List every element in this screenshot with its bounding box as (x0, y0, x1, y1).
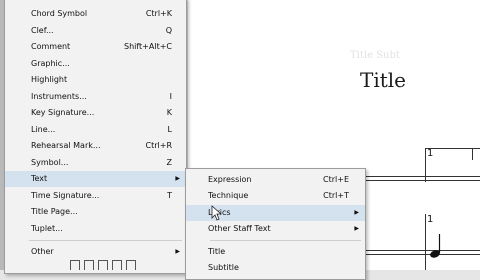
measure-number: 1 (427, 148, 434, 159)
bottom-toolbar (70, 259, 180, 270)
barline (425, 214, 426, 270)
text-submenu: ExpressionCtrl+ETechniqueCtrl+TLyrics▶Ot… (185, 168, 366, 280)
menu-item-highlight[interactable]: Highlight (5, 72, 186, 88)
menu-item-label: Line... (31, 125, 56, 134)
note-icon[interactable] (70, 260, 80, 270)
menu-item-tuplet[interactable]: Tuplet... (5, 221, 186, 237)
menu-item-label: Clef... (31, 26, 54, 35)
menu-item-shortcut: I (169, 92, 172, 101)
menu-item-label: Technique (208, 191, 249, 200)
barline (425, 148, 426, 182)
staff-line (348, 250, 480, 251)
menu-item-label: Title Page... (31, 207, 78, 216)
menu-item-label: Chord Symbol (31, 9, 88, 18)
menu-item-label: Comment (31, 42, 71, 51)
menu-item-key-signature[interactable]: Key Signature... K (5, 105, 186, 121)
menu-item-line[interactable]: Line... L (5, 122, 186, 138)
menu-item-instruments[interactable]: Instruments... I (5, 89, 186, 105)
menu-item-clef[interactable]: Clef... Q (5, 23, 186, 39)
menu-item-comment[interactable]: Comment Shift+Alt+C (5, 39, 186, 55)
menu-item-shortcut: Ctrl+K (145, 9, 172, 18)
menu-item-shortcut: T (167, 191, 172, 200)
menu-item-expression[interactable]: Expression Ctrl+E (186, 172, 365, 188)
staff-line (348, 180, 480, 181)
menu-item-label: Symbol... (31, 158, 69, 167)
menu-item-label: Graphic... (31, 59, 70, 68)
menu-item-shortcut: Q (165, 26, 172, 35)
mouse-pointer-icon (211, 205, 221, 221)
menu-item-label: Instruments... (31, 92, 87, 101)
staff-line (348, 176, 480, 177)
menu-item-shortcut: L (167, 125, 172, 134)
menu-item-title-page[interactable]: Title Page... (5, 204, 186, 220)
chevron-right-icon: ▶ (354, 225, 359, 232)
create-menu: Chord Symbol Ctrl+K Clef... Q Comment Shift+A… (4, 0, 187, 274)
menu-item-label: Other Staff Text (208, 224, 271, 233)
menu-item-subtitle[interactable]: Subtitle (186, 260, 365, 276)
menu-item-shortcut: Ctrl+T (323, 191, 349, 200)
measure-number: 1 (427, 214, 434, 225)
menu-item-graphic[interactable]: Graphic... (5, 56, 186, 72)
barline (472, 148, 473, 160)
note-icon[interactable] (112, 260, 122, 270)
menu-item-technique[interactable]: Technique Ctrl+T (186, 188, 365, 204)
menu-item-label: Title (208, 247, 226, 256)
chevron-right-icon: ▶ (354, 209, 359, 216)
menu-item-label: Expression (208, 175, 252, 184)
menu-item-rehearsal-mark[interactable]: Rehearsal Mark... Ctrl+R (5, 138, 186, 154)
menu-item-label: Other (31, 247, 54, 256)
menu-item-other[interactable]: Other ▶ (5, 244, 186, 260)
note-icon[interactable] (98, 260, 108, 270)
menu-item-label: Tuplet... (31, 224, 63, 233)
menu-item-time-signature[interactable]: Time Signature... T (5, 188, 186, 204)
menu-item-label: Time Signature... (31, 191, 100, 200)
staff-line (348, 254, 480, 255)
menu-item-symbol[interactable]: Symbol... Z (5, 155, 186, 171)
menu-item-text[interactable]: Text ▶ (5, 171, 186, 187)
quarter-note-icon (430, 234, 441, 258)
menu-item-shortcut: Ctrl+R (145, 141, 173, 150)
menu-item-label: Text (31, 174, 48, 183)
menu-item-shortcut: Shift+Alt+C (123, 42, 172, 51)
menu-item-chord-symbol[interactable]: Chord Symbol Ctrl+K (5, 6, 186, 22)
menu-item-label: Key Signature... (31, 108, 95, 117)
menu-separator (210, 240, 361, 241)
menu-item-label: Subtitle (208, 263, 239, 272)
note-icon[interactable] (126, 260, 136, 270)
menu-separator (29, 240, 182, 241)
note-icon[interactable] (84, 260, 94, 270)
menu-item-label: Highlight (31, 75, 68, 84)
chevron-right-icon: ▶ (175, 248, 180, 255)
score-title[interactable]: Title (360, 68, 406, 92)
menu-item-shortcut: K (166, 108, 172, 117)
score-subtitle: Title Subt (350, 50, 400, 61)
menu-item-other-staff-text[interactable]: Other Staff Text ▶ (186, 221, 365, 237)
menu-item-label: Rehearsal Mark... (31, 141, 101, 150)
menu-item-title[interactable]: Title (186, 244, 365, 260)
chevron-right-icon: ▶ (175, 175, 180, 182)
menu-item-shortcut: Z (166, 158, 172, 167)
menu-item-shortcut: Ctrl+E (323, 175, 349, 184)
